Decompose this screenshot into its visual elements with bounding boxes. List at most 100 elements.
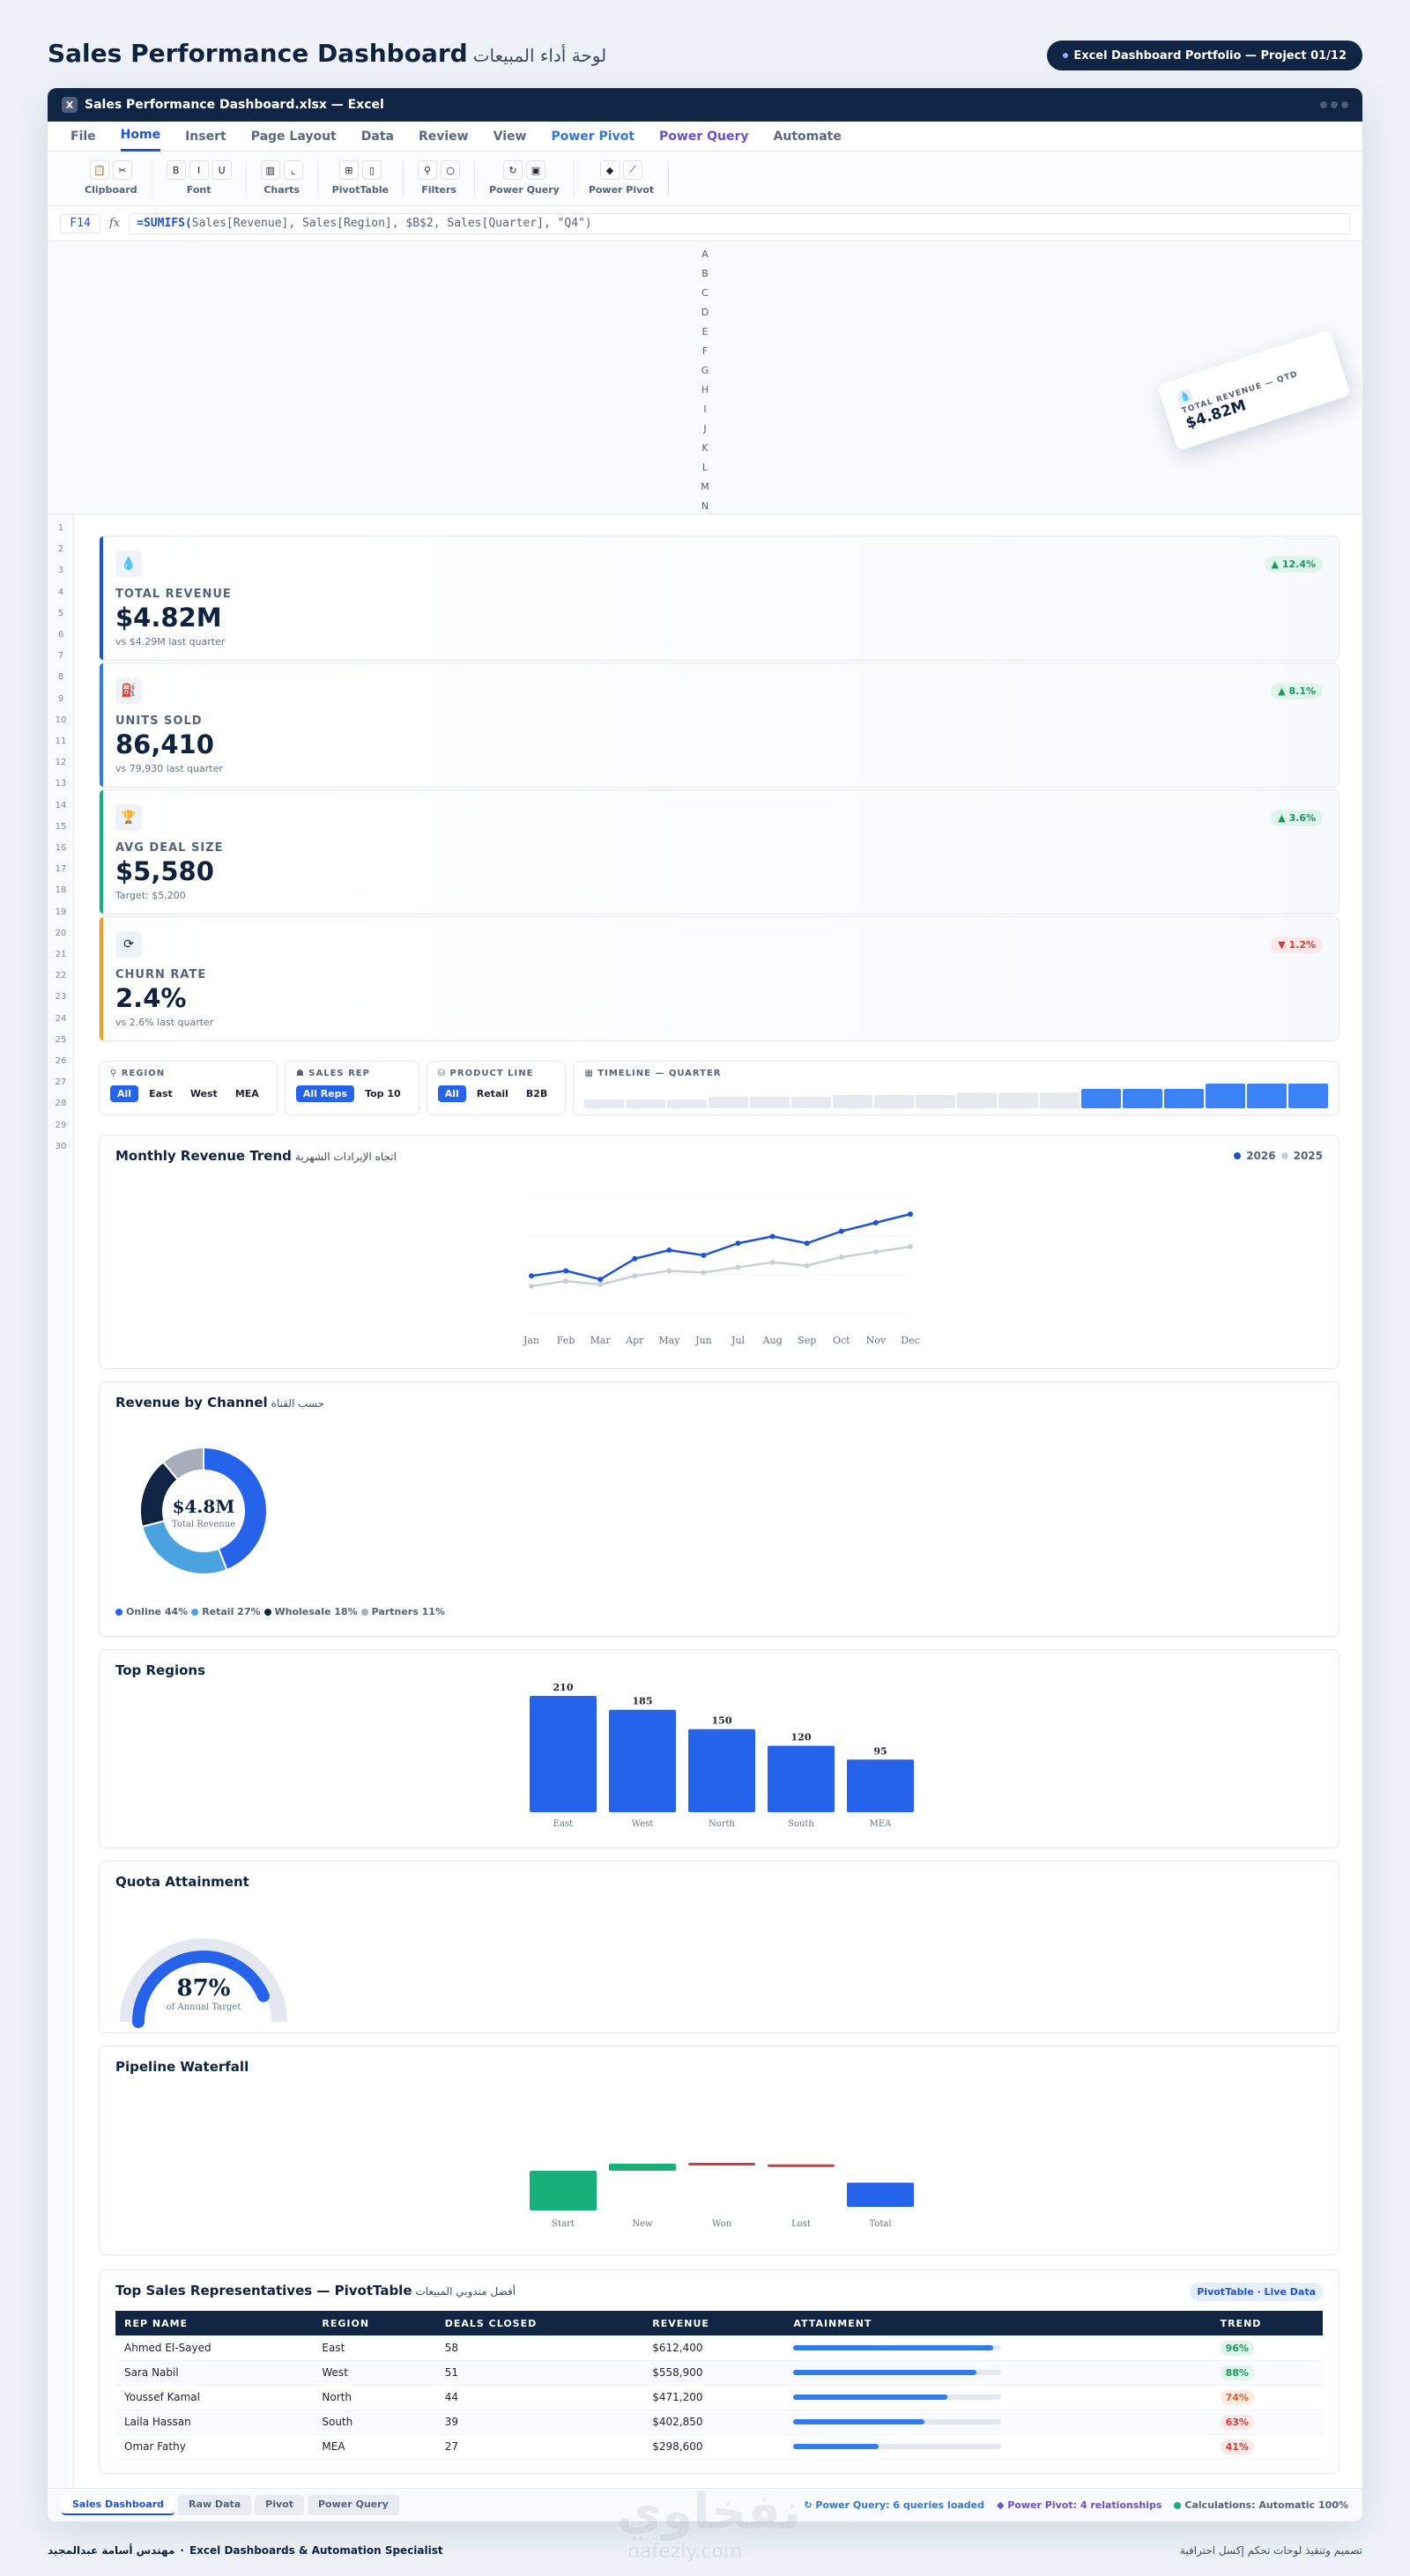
table-row[interactable]: Youssef Kamal North 44 $471,200 74% (115, 2385, 1323, 2410)
kpi-card[interactable]: ⟳ CHURN RATE 2.4% vs 2.6% last quarter ▼ 1.2… (99, 916, 1340, 1041)
power-query-status[interactable]: ↻ Power Query: 6 queries loaded (804, 2499, 984, 2511)
slicer-chip[interactable]: All (437, 1085, 466, 1102)
zoom-level[interactable]: 100% (1318, 2499, 1348, 2511)
slicer-chip[interactable]: Retail (470, 1085, 516, 1102)
row-header[interactable]: 18 (48, 885, 74, 895)
timeline-period[interactable] (1164, 1088, 1205, 1108)
column-header[interactable]: B (48, 268, 1362, 279)
sheet-tab-power-query[interactable]: Power Query (308, 2495, 399, 2515)
sheet-tab-pivot[interactable]: Pivot (255, 2495, 304, 2515)
row-header[interactable]: 25 (48, 1035, 74, 1045)
timeline-period[interactable] (791, 1097, 832, 1108)
ribbon-button-icon[interactable]: ○ (441, 160, 461, 180)
menu-tab-automate[interactable]: Automate (774, 122, 842, 152)
row-header[interactable]: 20 (48, 929, 74, 938)
ribbon-button-icon[interactable]: ⊞ (338, 160, 359, 180)
timeline-period[interactable] (916, 1094, 956, 1108)
row-header[interactable]: 5 (48, 609, 74, 618)
portfolio-pill[interactable]: Excel Dashboard Portfolio — Project 01/1… (1047, 41, 1362, 70)
row-header[interactable]: 1 (48, 523, 74, 533)
row-header[interactable]: 30 (48, 1142, 74, 1151)
waterfall-bar-total[interactable] (847, 2182, 914, 2208)
ribbon-button-icon[interactable]: B (166, 160, 186, 180)
window-dot-icon[interactable] (1320, 101, 1327, 108)
slicer-chip[interactable]: West (183, 1085, 225, 1102)
row-header[interactable]: 27 (48, 1077, 74, 1087)
ribbon-button-icon[interactable]: ▯ (361, 160, 382, 180)
bar-west[interactable] (609, 1709, 676, 1812)
kpi-card[interactable]: 🏆 AVG DEAL SIZE $5,580 Target: $5,200 ▲ 3.6% (99, 789, 1340, 914)
slicer-chip[interactable]: All (110, 1085, 139, 1102)
menu-tab-data[interactable]: Data (361, 122, 394, 152)
kpi-card[interactable]: 💧 TOTAL REVENUE $4.82M vs $4.29M last quart… (99, 536, 1340, 661)
menu-tab-power-pivot[interactable]: Power Pivot (551, 122, 634, 152)
timeline-period[interactable] (1247, 1084, 1288, 1108)
table-row[interactable]: Sara Nabil West 51 $558,900 88% (115, 2360, 1323, 2386)
timeline-slicer[interactable]: ▦ TIMELINE — QUARTER (573, 1061, 1340, 1115)
ribbon-button-icon[interactable]: U (212, 160, 232, 180)
row-header[interactable]: 24 (48, 1014, 74, 1024)
table-row[interactable]: Laila Hassan South 39 $402,850 63% (115, 2409, 1323, 2435)
ribbon-button-icon[interactable]: ⌞ (283, 160, 303, 180)
row-header[interactable]: 26 (48, 1056, 74, 1066)
table-row[interactable]: Ahmed El-Sayed East 58 $612,400 96% (115, 2335, 1323, 2361)
timeline-period[interactable] (709, 1097, 749, 1108)
timeline-period[interactable] (1081, 1088, 1122, 1108)
row-header[interactable]: 10 (48, 715, 74, 725)
column-header[interactable]: L (48, 462, 1362, 473)
waterfall-bar-won[interactable] (688, 2163, 755, 2165)
ribbon-button-icon[interactable]: I (189, 160, 209, 180)
row-header[interactable]: 23 (48, 992, 74, 1002)
kpi-card[interactable]: ⛽ UNITS SOLD 86,410 vs 79,930 last quarter ▲… (99, 663, 1340, 788)
timeline-period[interactable] (667, 1099, 708, 1108)
sheet-tab-sales-dashboard[interactable]: Sales Dashboard (62, 2495, 175, 2515)
timeline-period[interactable] (1288, 1084, 1329, 1108)
row-header[interactable]: 9 (48, 694, 74, 704)
row-header[interactable]: 12 (48, 758, 74, 767)
menu-tab-power-query[interactable]: Power Query (659, 122, 748, 152)
window-controls[interactable] (1320, 101, 1348, 108)
menu-tab-insert[interactable]: Insert (185, 122, 226, 152)
slicer-chip[interactable]: All Reps (295, 1085, 355, 1102)
row-header[interactable]: 13 (48, 779, 74, 788)
waterfall-bar-start[interactable] (530, 2171, 597, 2210)
column-header-revenue[interactable]: REVENUE (643, 2311, 785, 2335)
bar-north[interactable] (688, 1728, 755, 1812)
ribbon-button-icon[interactable]: ⚲ (418, 160, 438, 180)
row-header[interactable]: 2 (48, 544, 74, 554)
row-header[interactable]: 19 (48, 907, 74, 917)
formula-input[interactable]: =SUMIFS( Sales[Revenue], Sales[Region], … (129, 212, 1350, 234)
ribbon-button-icon[interactable]: 📋 (89, 160, 109, 180)
column-header[interactable]: K (48, 442, 1362, 454)
menu-tab-review[interactable]: Review (419, 122, 469, 152)
row-header[interactable]: 4 (48, 588, 74, 597)
column-header-deals-closed[interactable]: DEALS CLOSED (435, 2311, 644, 2335)
ribbon-button-icon[interactable]: ✂ (112, 160, 132, 180)
ribbon-button-icon[interactable]: ▥ (260, 160, 280, 180)
waterfall-bar-lost[interactable] (768, 2164, 835, 2167)
row-header[interactable]: 21 (48, 950, 74, 959)
row-header[interactable]: 3 (48, 566, 74, 575)
table-row[interactable]: Omar Fathy MEA 27 $298,600 41% (115, 2434, 1323, 2460)
row-header[interactable]: 29 (48, 1121, 74, 1130)
ribbon-button-icon[interactable]: ⟋ (622, 160, 642, 180)
sheet-tab-raw-data[interactable]: Raw Data (178, 2495, 252, 2515)
column-header[interactable]: F (48, 345, 1362, 357)
menu-tab-home[interactable]: Home (120, 122, 161, 152)
column-header-attainment[interactable]: ATTAINMENT (784, 2311, 1212, 2335)
column-header-region[interactable]: REGION (313, 2311, 436, 2335)
menu-tab-page-layout[interactable]: Page Layout (251, 122, 337, 152)
timeline-period[interactable] (874, 1094, 915, 1108)
menu-tab-view[interactable]: View (494, 122, 527, 152)
column-header[interactable]: A (48, 248, 1362, 260)
ribbon-button-icon[interactable]: ◆ (599, 160, 620, 180)
column-header-rep-name[interactable]: REP NAME (115, 2311, 314, 2335)
slicer-chip[interactable]: MEA (228, 1085, 266, 1102)
timeline-period[interactable] (1040, 1092, 1080, 1108)
slicer-chip[interactable]: Top 10 (358, 1085, 408, 1102)
row-header[interactable]: 6 (48, 630, 74, 640)
bar-mea[interactable] (847, 1759, 914, 1812)
timeline-period[interactable] (998, 1092, 1039, 1108)
power-pivot-status[interactable]: ◆ Power Pivot: 4 relationships (997, 2499, 1161, 2511)
timeline-period[interactable] (833, 1094, 873, 1108)
